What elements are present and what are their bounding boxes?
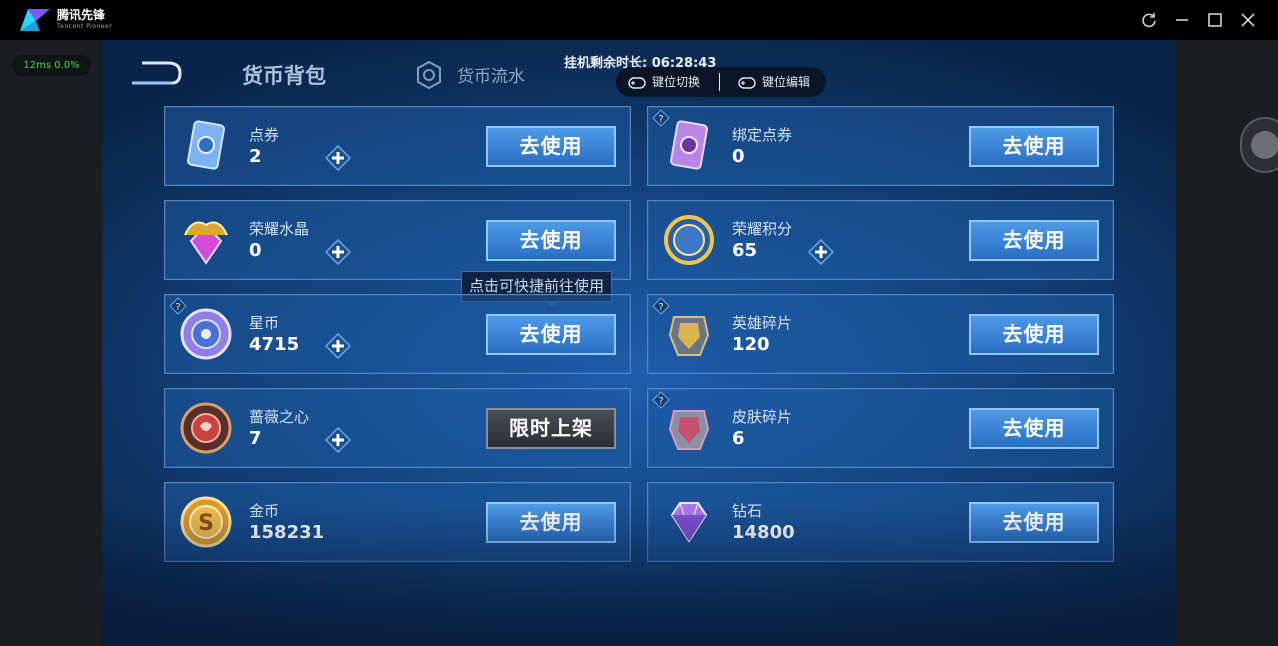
close-icon[interactable] bbox=[1238, 10, 1258, 30]
currency-name: 点券 bbox=[249, 126, 280, 144]
tab-currency-bag[interactable]: 货币背包 bbox=[242, 60, 326, 90]
currency-card-glory-crystal: 荣耀水晶 0 去使用 bbox=[164, 200, 631, 280]
side-menu-handle[interactable] bbox=[1240, 117, 1278, 173]
currency-card-bound-voucher: ? 绑定点券 0 去使用 bbox=[647, 106, 1114, 186]
app-brand-sub: Tencent Pioneer bbox=[57, 23, 113, 30]
game-viewport: 货币背包 货币流水 挂机剩余时长: 06:28:43 键位切换 键位编辑 点券 … bbox=[102, 40, 1176, 646]
currency-name: 英雄碎片 bbox=[732, 314, 793, 332]
minimize-icon[interactable] bbox=[1172, 10, 1192, 30]
diamond-icon bbox=[670, 502, 708, 543]
currency-name: 金币 bbox=[249, 502, 280, 520]
currency-card-hero-shard: ? 英雄碎片 120 去使用 bbox=[647, 294, 1114, 374]
currency-amount: 0 bbox=[249, 240, 262, 261]
bound-voucher-icon bbox=[670, 120, 708, 170]
glory-points-icon bbox=[664, 215, 714, 265]
tab-currency-flow[interactable]: 货币流水 bbox=[457, 62, 525, 87]
title-bar: 腾讯先锋 Tencent Pioneer bbox=[0, 0, 1278, 40]
currency-name: 绑定点券 bbox=[732, 126, 793, 144]
use-button[interactable]: 去使用 bbox=[486, 502, 616, 543]
key-edit-button[interactable]: 键位编辑 bbox=[738, 67, 810, 97]
currency-name: 荣耀积分 bbox=[732, 220, 793, 238]
use-button[interactable]: 去使用 bbox=[969, 314, 1099, 355]
maximize-icon[interactable] bbox=[1205, 10, 1225, 30]
use-button[interactable]: 去使用 bbox=[969, 220, 1099, 261]
star-coin-icon bbox=[180, 308, 232, 360]
svg-text:S: S bbox=[198, 511, 214, 536]
currency-amount: 65 bbox=[732, 240, 758, 261]
key-bar-divider bbox=[719, 73, 720, 91]
currency-amount: 120 bbox=[732, 334, 770, 355]
currency-name: 皮肤碎片 bbox=[732, 408, 793, 426]
currency-card-glory-points: 荣耀积分 65 去使用 bbox=[647, 200, 1114, 280]
app-logo bbox=[20, 9, 50, 31]
limited-time-button[interactable]: 限时上架 bbox=[486, 408, 616, 449]
app-brand: 腾讯先锋 bbox=[57, 8, 106, 22]
skin-shard-icon bbox=[668, 410, 710, 450]
hero-shard-icon bbox=[668, 316, 710, 356]
currency-amount: 14800 bbox=[732, 522, 795, 543]
currency-card-voucher: 点券 2 去使用 bbox=[164, 106, 631, 186]
currency-name: 荣耀水晶 bbox=[249, 220, 310, 238]
add-plus-icon[interactable] bbox=[325, 239, 351, 265]
currency-name: 星币 bbox=[249, 314, 280, 332]
app-window: 腾讯先锋 Tencent Pioneer 12ms 0.0% 货币背包 货币流水… bbox=[0, 0, 1278, 646]
currency-amount: 158231 bbox=[249, 522, 325, 543]
use-button[interactable]: 去使用 bbox=[486, 314, 616, 355]
ping-indicator: 12ms 0.0% bbox=[12, 55, 91, 76]
key-switch-button[interactable]: 键位切换 bbox=[628, 67, 700, 97]
hexagon-icon bbox=[1251, 131, 1278, 159]
use-button[interactable]: 去使用 bbox=[969, 502, 1099, 543]
currency-amount: 0 bbox=[732, 146, 745, 167]
glory-crystal-icon bbox=[184, 221, 228, 265]
currency-card-diamond: 钻石 14800 去使用 bbox=[647, 482, 1114, 562]
currency-card-gold: S 金币 158231 去使用 bbox=[164, 482, 631, 562]
left-gutter bbox=[0, 40, 102, 646]
add-plus-icon[interactable] bbox=[808, 239, 834, 265]
currency-amount: 4715 bbox=[249, 334, 300, 355]
rose-heart-icon bbox=[180, 402, 232, 454]
key-mapping-bar: 键位切换 键位编辑 bbox=[616, 67, 826, 97]
gold-coin-icon: S bbox=[180, 496, 232, 548]
currency-name: 钻石 bbox=[732, 502, 763, 520]
add-plus-icon[interactable] bbox=[325, 427, 351, 453]
gamepad-icon bbox=[738, 76, 756, 89]
use-button[interactable]: 去使用 bbox=[969, 126, 1099, 167]
currency-flow-icon bbox=[417, 60, 441, 90]
use-button[interactable]: 去使用 bbox=[969, 408, 1099, 449]
currency-name: 蔷薇之心 bbox=[249, 408, 310, 426]
key-edit-label: 键位编辑 bbox=[762, 75, 811, 89]
use-button[interactable]: 去使用 bbox=[486, 220, 616, 261]
voucher-icon bbox=[187, 120, 225, 170]
add-plus-icon[interactable] bbox=[325, 145, 351, 171]
currency-amount: 7 bbox=[249, 428, 262, 449]
currency-card-skin-shard: ? 皮肤碎片 6 去使用 bbox=[647, 388, 1114, 468]
add-plus-icon[interactable] bbox=[325, 333, 351, 359]
refresh-icon[interactable] bbox=[1139, 10, 1159, 30]
currency-card-rose-heart: 蔷薇之心 7 限时上架 bbox=[164, 388, 631, 468]
key-switch-label: 键位切换 bbox=[652, 75, 701, 89]
use-button[interactable]: 去使用 bbox=[486, 126, 616, 167]
currency-amount: 6 bbox=[732, 428, 745, 449]
back-arrow-icon[interactable] bbox=[128, 59, 184, 87]
gamepad-icon bbox=[628, 76, 646, 89]
currency-card-star-coin: ? 星币 4715 去使用 bbox=[164, 294, 631, 374]
currency-amount: 2 bbox=[249, 146, 262, 167]
